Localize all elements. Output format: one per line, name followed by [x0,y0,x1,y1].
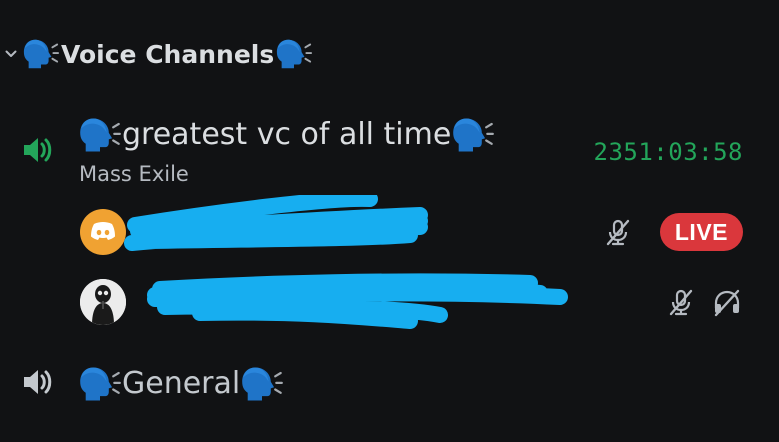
speaking-head-icon [79,117,121,153]
voice-channel-general[interactable]: General [0,360,779,408]
speaking-head-icon [276,38,313,70]
redaction-scribble [124,195,428,251]
live-badge: LIVE [659,213,743,251]
speaking-head-icon [22,38,60,70]
voice-user[interactable] [0,273,779,329]
microphone-muted-icon [606,219,630,246]
category-label: Voice Channels [22,36,313,72]
user-status-icons [665,284,743,320]
channel-status-text: Mass Exile [79,162,189,186]
avatar[interactable] [80,279,126,325]
chevron-down-icon[interactable] [0,32,22,76]
speaking-head-icon [241,366,284,402]
channel-name-text: greatest vc of all time [122,116,452,152]
call-duration-timer: 2351:03:58 [593,138,743,166]
discord-logo-icon [91,222,115,240]
headphones-deafened-icon [714,289,740,317]
category-voice-channels[interactable]: Voice Channels [0,32,313,76]
voice-channel-greatest-vc[interactable]: greatest vc of all time Mass Exile 2351:… [0,108,779,192]
redaction-scribble [147,273,568,329]
channel-name: greatest vc of all time [78,113,495,157]
speaker-icon [24,138,52,162]
speaking-head-icon [79,366,121,402]
speaking-head-icon [452,117,495,153]
category-title: Voice Channels [61,39,275,69]
user-status-icons: LIVE [602,213,743,251]
dark-figure-icon [80,279,126,325]
microphone-muted-icon [669,289,693,316]
channel-name-text: General [122,365,241,401]
voice-user[interactable]: LIVE [0,195,779,257]
channel-name: General [78,362,284,406]
speaker-icon [24,370,52,394]
avatar[interactable] [80,209,126,255]
